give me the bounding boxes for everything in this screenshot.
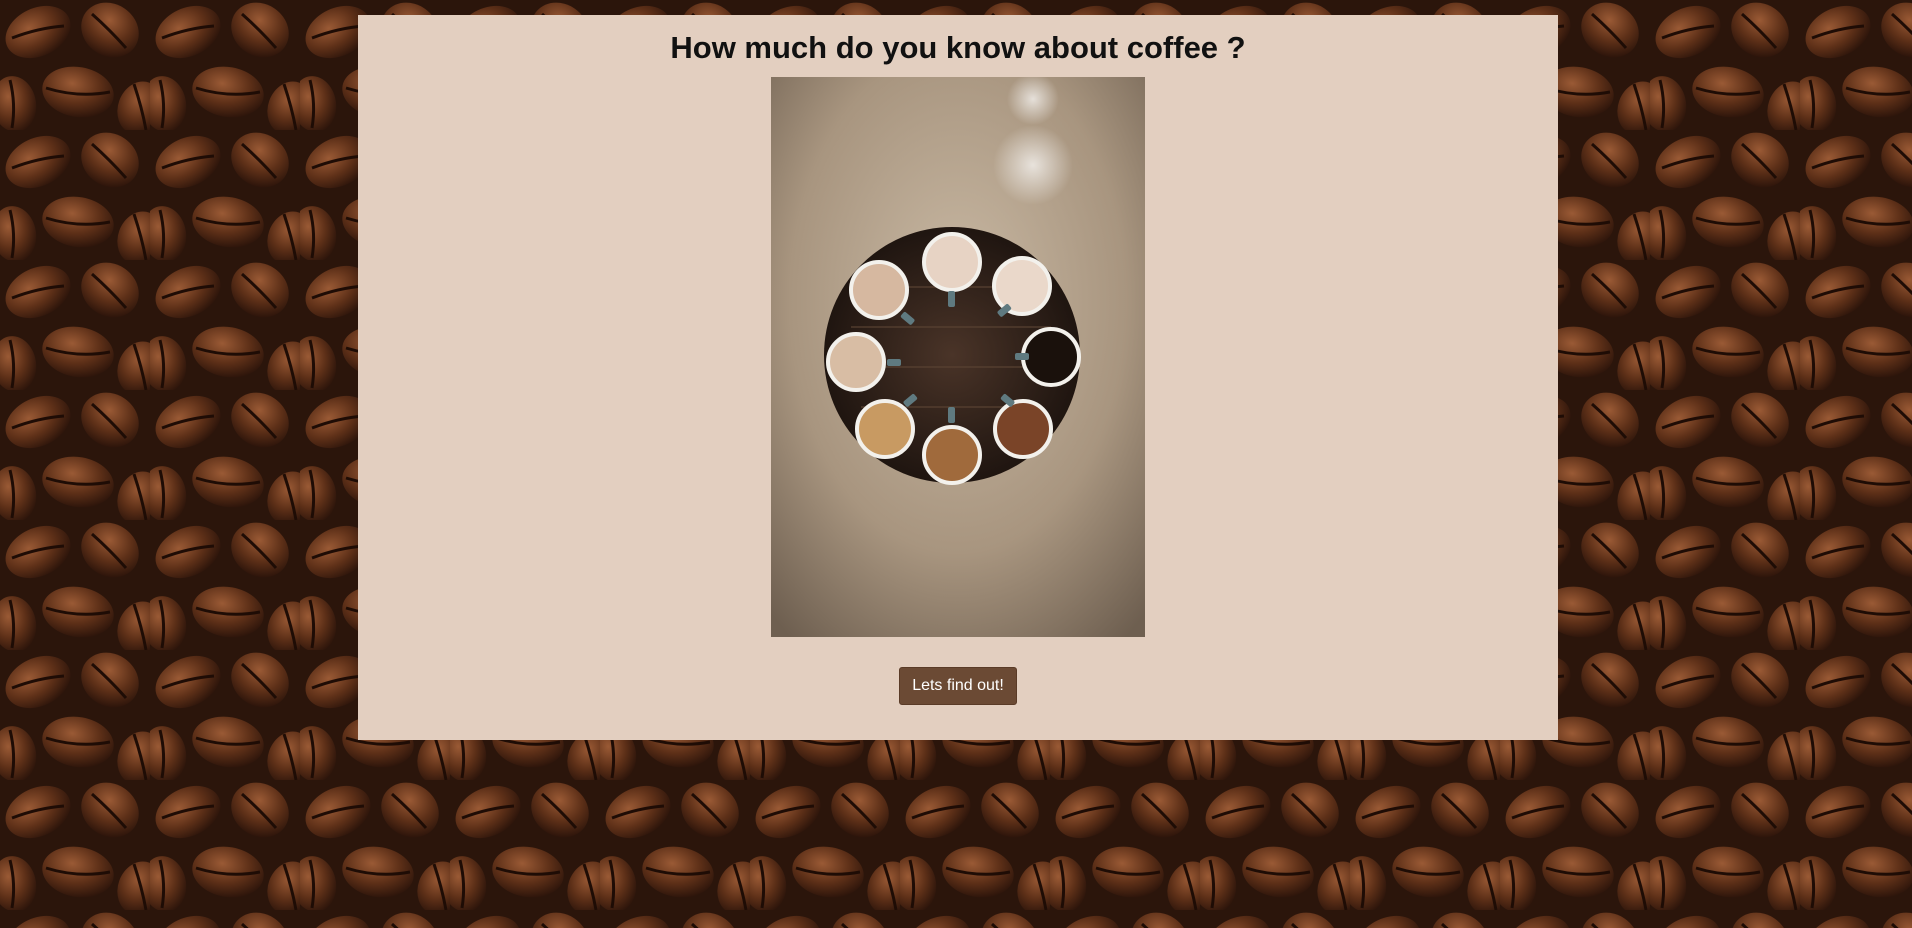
lets-find-out-button[interactable]: Lets find out! <box>899 667 1017 705</box>
page: How much do you know about coffee ? Lets… <box>0 0 1912 928</box>
coffee-cups-photo <box>771 77 1145 637</box>
quiz-intro-card: How much do you know about coffee ? Lets… <box>358 15 1558 740</box>
page-title: How much do you know about coffee ? <box>670 30 1246 65</box>
